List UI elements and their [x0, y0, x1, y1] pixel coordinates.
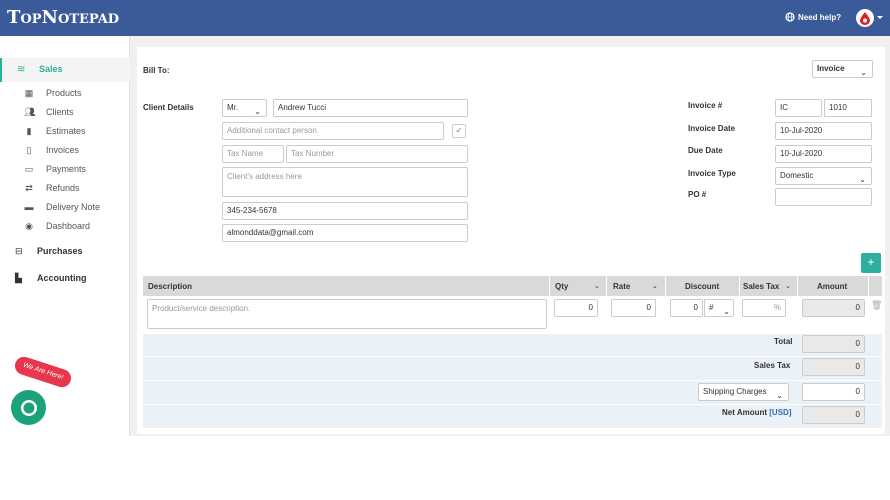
invoice-prefix-input[interactable]: IC — [775, 99, 822, 117]
need-help-label: Need help? — [798, 12, 842, 22]
chat-button[interactable] — [11, 390, 46, 425]
client-name-input[interactable]: Andrew Tucci — [273, 99, 468, 117]
column-description: Description — [148, 282, 193, 291]
chat-bubble-icon — [20, 399, 37, 416]
sales-tax-label: Sales Tax — [754, 361, 791, 370]
credit-card-icon: ▭ — [24, 164, 34, 174]
client-details-label: Client Details — [143, 103, 194, 112]
email-input[interactable]: almonddata@gmail.com — [222, 224, 468, 242]
check-icon: ✔ — [455, 126, 463, 135]
need-help-link[interactable]: Need help? — [785, 12, 841, 22]
file-outline-icon: ▯ — [26, 145, 32, 155]
chevron-down-icon[interactable]: ⌄ — [594, 282, 600, 290]
user-avatar[interactable] — [856, 9, 874, 27]
sales-tax-input[interactable]: % — [742, 299, 786, 317]
dashboard-icon: ◉ — [25, 221, 33, 231]
users-icon: 👥︎ — [24, 107, 36, 117]
sidebar-item-purchases[interactable]: ⊟ Purchases — [0, 243, 130, 261]
due-date-input[interactable]: 10-Jul-2020 — [775, 145, 872, 163]
column-rate[interactable]: Rate — [613, 282, 630, 291]
invoice-number-label: Invoice # — [688, 101, 723, 110]
column-qty[interactable]: Qty — [555, 282, 568, 291]
chevron-down-icon: ⌄ — [723, 307, 730, 316]
app-logo[interactable]: TOPNOTEPAD — [7, 7, 119, 28]
net-amount-field: 0 — [802, 406, 865, 424]
contact-person-input[interactable]: Additional contact person — [222, 122, 444, 140]
total-field: 0 — [802, 335, 865, 353]
salutation-select[interactable]: Mr. ⌄ — [222, 99, 267, 117]
invoice-number-input[interactable]: 1010 — [824, 99, 872, 117]
chevron-down-icon[interactable]: ⌄ — [652, 282, 658, 290]
due-date-label: Due Date — [688, 146, 723, 155]
plus-icon: + — [867, 255, 875, 269]
net-amount-label: Net Amount [USD] — [722, 408, 792, 417]
total-label: Total — [774, 337, 793, 346]
qty-input[interactable]: 0 — [554, 299, 598, 317]
po-number-input[interactable] — [775, 188, 872, 206]
sidebar-item-sales[interactable]: ≋ Sales — [0, 58, 130, 82]
truck-icon: ▬ — [24, 202, 34, 212]
chevron-down-icon: ⌄ — [860, 68, 867, 77]
layers-icon: ≋ — [17, 64, 26, 75]
currency-label: [USD] — [769, 408, 792, 417]
po-number-label: PO # — [688, 190, 707, 199]
chevron-down-icon: ⌄ — [254, 107, 261, 116]
exchange-icon: ⇄ — [25, 183, 33, 193]
table-header: Description Qty ⌄ Rate ⌄ Discount Sales … — [143, 276, 882, 296]
invoice-type-select[interactable]: Domestic ⌄ — [775, 167, 872, 185]
invoice-date-input[interactable]: 10-Jul-2020 — [775, 122, 872, 140]
avatar-caret-icon[interactable] — [877, 16, 883, 19]
tax-name-input[interactable]: Tax Name — [222, 145, 284, 163]
sidebar-item-accounting[interactable]: ▙ Accounting — [0, 270, 130, 288]
sidebar-item-dashboard[interactable]: ◉ Dashboard — [0, 219, 130, 235]
minus-square-icon: ⊟ — [15, 246, 23, 256]
bill-to-label: Bill To: — [143, 66, 170, 75]
sidebar-item-estimates[interactable]: ▮ Estimates — [0, 124, 130, 140]
chevron-down-icon: ⌄ — [859, 175, 866, 184]
phone-input[interactable]: 345-234-5678 — [222, 202, 468, 220]
sidebar-item-payments[interactable]: ▭ Payments — [0, 162, 130, 178]
column-discount: Discount — [685, 282, 720, 291]
file-icon: ▮ — [26, 126, 32, 136]
sidebar-item-invoices[interactable]: ▯ Invoices — [0, 143, 130, 159]
invoice-date-label: Invoice Date — [688, 124, 736, 133]
chevron-down-icon: ⌄ — [776, 391, 783, 400]
total-row — [143, 333, 882, 356]
discount-input[interactable]: 0 — [670, 299, 703, 317]
shipping-charges-select[interactable]: Shipping Charges ⌄ — [698, 383, 789, 401]
invoice-type-label: Invoice Type — [688, 169, 736, 178]
discount-type-select[interactable]: # ⌄ — [704, 299, 734, 317]
sidebar-item-products[interactable]: ▦ Products — [0, 86, 130, 102]
tax-number-input[interactable]: Tax Number — [286, 145, 468, 163]
top-bar: TOPNOTEPAD Need help? — [0, 0, 890, 36]
column-sales-tax[interactable]: Sales Tax — [743, 282, 779, 291]
shipping-input[interactable]: 0 — [802, 383, 865, 401]
sidebar-item-delivery-note[interactable]: ▬ Delivery Note — [0, 200, 130, 216]
description-textarea[interactable]: Product/service description. — [147, 299, 547, 329]
chevron-down-icon[interactable]: ⌄ — [785, 282, 791, 290]
rate-input[interactable]: 0 — [611, 299, 656, 317]
globe-icon — [785, 12, 795, 22]
contact-check-checkbox[interactable]: ✔ — [452, 124, 466, 138]
sidebar-item-clients[interactable]: 👥︎ Clients — [0, 105, 130, 121]
column-amount: Amount — [817, 282, 848, 291]
add-line-button[interactable]: + — [861, 253, 881, 273]
cubes-icon: ▦ — [24, 88, 34, 98]
trash-icon[interactable]: 🗑︎ — [871, 300, 882, 311]
amount-field: 0 — [802, 299, 865, 317]
document-type-select[interactable]: Invoice ⌄ — [812, 60, 873, 78]
client-address-textarea[interactable]: Client's address here — [222, 167, 468, 197]
bar-chart-icon: ▙ — [15, 273, 22, 283]
sales-tax-total-field: 0 — [802, 358, 865, 376]
sidebar-item-refunds[interactable]: ⇄ Refunds — [0, 181, 130, 197]
drop-icon — [860, 12, 870, 25]
